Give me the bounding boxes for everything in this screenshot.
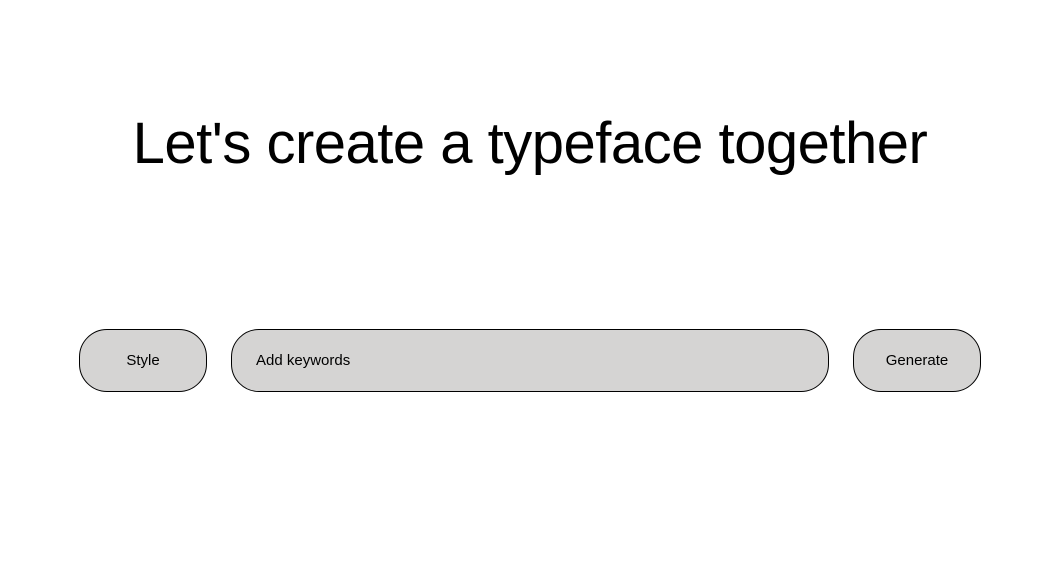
controls-row: Style Generate <box>79 329 981 392</box>
page-heading: Let's create a typeface together <box>0 110 1060 177</box>
generate-button[interactable]: Generate <box>853 329 981 392</box>
style-button[interactable]: Style <box>79 329 207 392</box>
keywords-input[interactable] <box>231 329 829 392</box>
